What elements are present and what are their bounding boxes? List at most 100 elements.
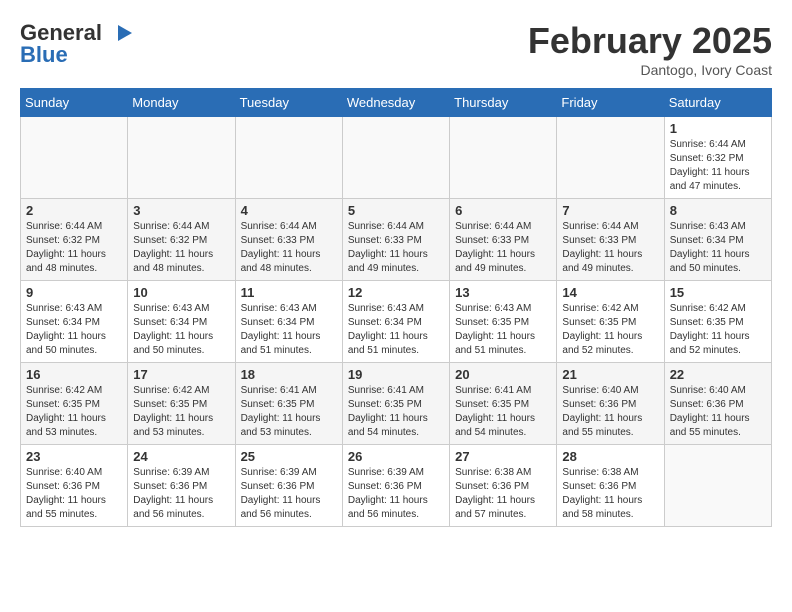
calendar-day-23: 23 Sunrise: 6:40 AM Sunset: 6:36 PM Dayli… — [21, 445, 128, 527]
day-header-friday: Friday — [557, 89, 664, 117]
calendar-empty-cell — [664, 445, 771, 527]
calendar-header-row: SundayMondayTuesdayWednesdayThursdayFrid… — [21, 89, 772, 117]
day-info: Sunrise: 6:43 AM Sunset: 6:34 PM Dayligh… — [26, 302, 122, 358]
calendar-day-5: 5Sunrise: 6:44 AM Sunset: 6:33 PM Daylig… — [342, 199, 449, 281]
calendar-day-28: 28 Sunrise: 6:38 AM Sunset: 6:36 PM Dayli… — [557, 445, 664, 527]
calendar-day-17: 17Sunrise: 6:42 AM Sunset: 6:35 PM Dayli… — [128, 363, 235, 445]
calendar-day-18: 18 Sunrise: 6:41 AM Sunset: 6:35 PM Dayli… — [235, 363, 342, 445]
calendar-day-20: 20Sunrise: 6:41 AM Sunset: 6:35 PM Dayli… — [450, 363, 557, 445]
calendar-empty-cell — [235, 117, 342, 199]
day-info: Sunrise: 6:42 AM Sunset: 6:35 PM Dayligh… — [670, 302, 766, 358]
day-info: Sunrise: 6:41 AM Sunset: 6:35 PM Dayligh… — [455, 384, 551, 440]
calendar-empty-cell — [557, 117, 664, 199]
calendar-day-6: 6 Sunrise: 6:44 AM Sunset: 6:33 PM Daylig… — [450, 199, 557, 281]
month-title: February 2025 — [528, 20, 772, 62]
calendar-day-22: 22 Sunrise: 6:40 AM Sunset: 6:36 PM Dayli… — [664, 363, 771, 445]
day-info: Sunrise: 6:39 AM Sunset: 6:36 PM Dayligh… — [241, 466, 337, 522]
day-info: Sunrise: 6:43 AM Sunset: 6:34 PM Dayligh… — [348, 302, 444, 358]
day-number: 2 — [26, 203, 122, 218]
day-number: 24 — [133, 449, 229, 464]
calendar-day-15: 15 Sunrise: 6:42 AM Sunset: 6:35 PM Dayli… — [664, 281, 771, 363]
day-info: Sunrise: 6:42 AM Sunset: 6:35 PM Dayligh… — [26, 384, 122, 440]
day-info: Sunrise: 6:41 AM Sunset: 6:35 PM Dayligh… — [241, 384, 337, 440]
day-info: Sunrise: 6:40 AM Sunset: 6:36 PM Dayligh… — [26, 466, 122, 522]
calendar-empty-cell — [128, 117, 235, 199]
day-header-saturday: Saturday — [664, 89, 771, 117]
day-number: 14 — [562, 285, 658, 300]
day-number: 6 — [455, 203, 551, 218]
day-header-monday: Monday — [128, 89, 235, 117]
calendar-day-12: 12 Sunrise: 6:43 AM Sunset: 6:34 PM Dayli… — [342, 281, 449, 363]
day-info: Sunrise: 6:43 AM Sunset: 6:35 PM Dayligh… — [455, 302, 551, 358]
calendar-day-8: 8 Sunrise: 6:43 AM Sunset: 6:34 PM Daylig… — [664, 199, 771, 281]
calendar-day-11: 11Sunrise: 6:43 AM Sunset: 6:34 PM Dayli… — [235, 281, 342, 363]
day-number: 7 — [562, 203, 658, 218]
day-number: 3 — [133, 203, 229, 218]
day-info: Sunrise: 6:42 AM Sunset: 6:35 PM Dayligh… — [133, 384, 229, 440]
day-number: 10 — [133, 285, 229, 300]
day-info: Sunrise: 6:38 AM Sunset: 6:36 PM Dayligh… — [562, 466, 658, 522]
calendar-day-10: 10 Sunrise: 6:43 AM Sunset: 6:34 PM Dayli… — [128, 281, 235, 363]
calendar-day-24: 24 Sunrise: 6:39 AM Sunset: 6:36 PM Dayli… — [128, 445, 235, 527]
calendar-day-2: 2 Sunrise: 6:44 AM Sunset: 6:32 PM Daylig… — [21, 199, 128, 281]
calendar-week-row: 1 Sunrise: 6:44 AM Sunset: 6:32 PM Daylig… — [21, 117, 772, 199]
logo-flag-icon — [104, 23, 132, 43]
calendar-day-27: 27 Sunrise: 6:38 AM Sunset: 6:36 PM Dayli… — [450, 445, 557, 527]
day-info: Sunrise: 6:44 AM Sunset: 6:32 PM Dayligh… — [670, 138, 766, 194]
calendar-day-7: 7 Sunrise: 6:44 AM Sunset: 6:33 PM Daylig… — [557, 199, 664, 281]
day-number: 26 — [348, 449, 444, 464]
calendar-week-row: 9 Sunrise: 6:43 AM Sunset: 6:34 PM Daylig… — [21, 281, 772, 363]
calendar-day-25: 25 Sunrise: 6:39 AM Sunset: 6:36 PM Dayli… — [235, 445, 342, 527]
day-header-wednesday: Wednesday — [342, 89, 449, 117]
day-number: 16 — [26, 367, 122, 382]
calendar-day-16: 16 Sunrise: 6:42 AM Sunset: 6:35 PM Dayli… — [21, 363, 128, 445]
calendar-table: SundayMondayTuesdayWednesdayThursdayFrid… — [20, 88, 772, 527]
day-number: 13 — [455, 285, 551, 300]
day-number: 25 — [241, 449, 337, 464]
day-info: Sunrise: 6:44 AM Sunset: 6:32 PM Dayligh… — [133, 220, 229, 276]
day-info: Sunrise: 6:42 AM Sunset: 6:35 PM Dayligh… — [562, 302, 658, 358]
day-number: 8 — [670, 203, 766, 218]
day-info: Sunrise: 6:44 AM Sunset: 6:33 PM Dayligh… — [562, 220, 658, 276]
calendar-empty-cell — [21, 117, 128, 199]
logo-blue: Blue — [20, 42, 68, 68]
day-number: 1 — [670, 121, 766, 136]
day-header-tuesday: Tuesday — [235, 89, 342, 117]
day-number: 22 — [670, 367, 766, 382]
day-info: Sunrise: 6:40 AM Sunset: 6:36 PM Dayligh… — [562, 384, 658, 440]
calendar-day-26: 26Sunrise: 6:39 AM Sunset: 6:36 PM Dayli… — [342, 445, 449, 527]
day-info: Sunrise: 6:44 AM Sunset: 6:33 PM Dayligh… — [241, 220, 337, 276]
day-info: Sunrise: 6:44 AM Sunset: 6:32 PM Dayligh… — [26, 220, 122, 276]
day-info: Sunrise: 6:44 AM Sunset: 6:33 PM Dayligh… — [455, 220, 551, 276]
day-number: 4 — [241, 203, 337, 218]
day-header-sunday: Sunday — [21, 89, 128, 117]
location-subtitle: Dantogo, Ivory Coast — [528, 62, 772, 78]
day-info: Sunrise: 6:43 AM Sunset: 6:34 PM Dayligh… — [670, 220, 766, 276]
calendar-week-row: 16 Sunrise: 6:42 AM Sunset: 6:35 PM Dayli… — [21, 363, 772, 445]
day-number: 19 — [348, 367, 444, 382]
day-header-thursday: Thursday — [450, 89, 557, 117]
day-number: 28 — [562, 449, 658, 464]
day-number: 18 — [241, 367, 337, 382]
calendar-day-13: 13 Sunrise: 6:43 AM Sunset: 6:35 PM Dayli… — [450, 281, 557, 363]
calendar-day-3: 3 Sunrise: 6:44 AM Sunset: 6:32 PM Daylig… — [128, 199, 235, 281]
day-info: Sunrise: 6:43 AM Sunset: 6:34 PM Dayligh… — [133, 302, 229, 358]
day-info: Sunrise: 6:38 AM Sunset: 6:36 PM Dayligh… — [455, 466, 551, 522]
calendar-day-21: 21 Sunrise: 6:40 AM Sunset: 6:36 PM Dayli… — [557, 363, 664, 445]
title-block: February 2025 Dantogo, Ivory Coast — [528, 20, 772, 78]
day-number: 23 — [26, 449, 122, 464]
day-number: 9 — [26, 285, 122, 300]
calendar-empty-cell — [342, 117, 449, 199]
day-info: Sunrise: 6:40 AM Sunset: 6:36 PM Dayligh… — [670, 384, 766, 440]
day-number: 12 — [348, 285, 444, 300]
calendar-day-4: 4 Sunrise: 6:44 AM Sunset: 6:33 PM Daylig… — [235, 199, 342, 281]
calendar-day-9: 9 Sunrise: 6:43 AM Sunset: 6:34 PM Daylig… — [21, 281, 128, 363]
day-number: 27 — [455, 449, 551, 464]
calendar-day-19: 19Sunrise: 6:41 AM Sunset: 6:35 PM Dayli… — [342, 363, 449, 445]
day-number: 21 — [562, 367, 658, 382]
day-info: Sunrise: 6:39 AM Sunset: 6:36 PM Dayligh… — [133, 466, 229, 522]
calendar-week-row: 2 Sunrise: 6:44 AM Sunset: 6:32 PM Daylig… — [21, 199, 772, 281]
logo: General Blue — [20, 20, 132, 68]
day-number: 5 — [348, 203, 444, 218]
day-number: 15 — [670, 285, 766, 300]
